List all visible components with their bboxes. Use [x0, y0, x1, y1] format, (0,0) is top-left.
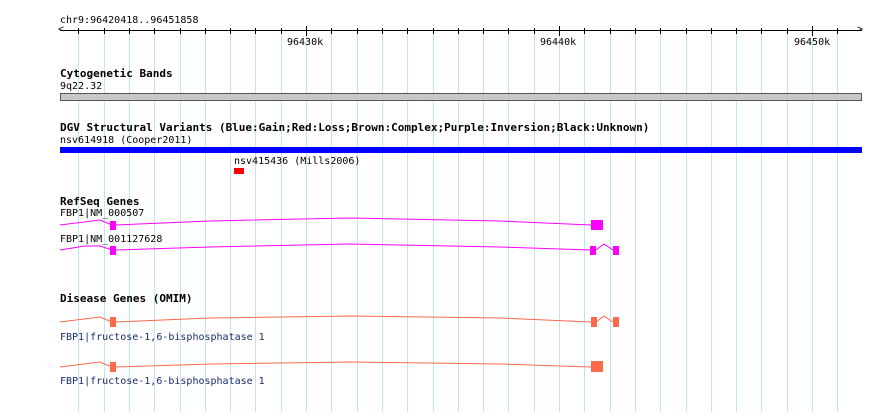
- genome-browser-view[interactable]: chr9:96420418..96451858 < > 96430k 96440…: [0, 0, 890, 412]
- gene-models: [59, 217, 619, 372]
- omim-gene-2[interactable]: [59, 361, 603, 372]
- omim-gene-1[interactable]: [59, 315, 619, 327]
- transcript-NM_000507[interactable]: [59, 217, 603, 230]
- transcript-NM_001127628[interactable]: [59, 243, 619, 255]
